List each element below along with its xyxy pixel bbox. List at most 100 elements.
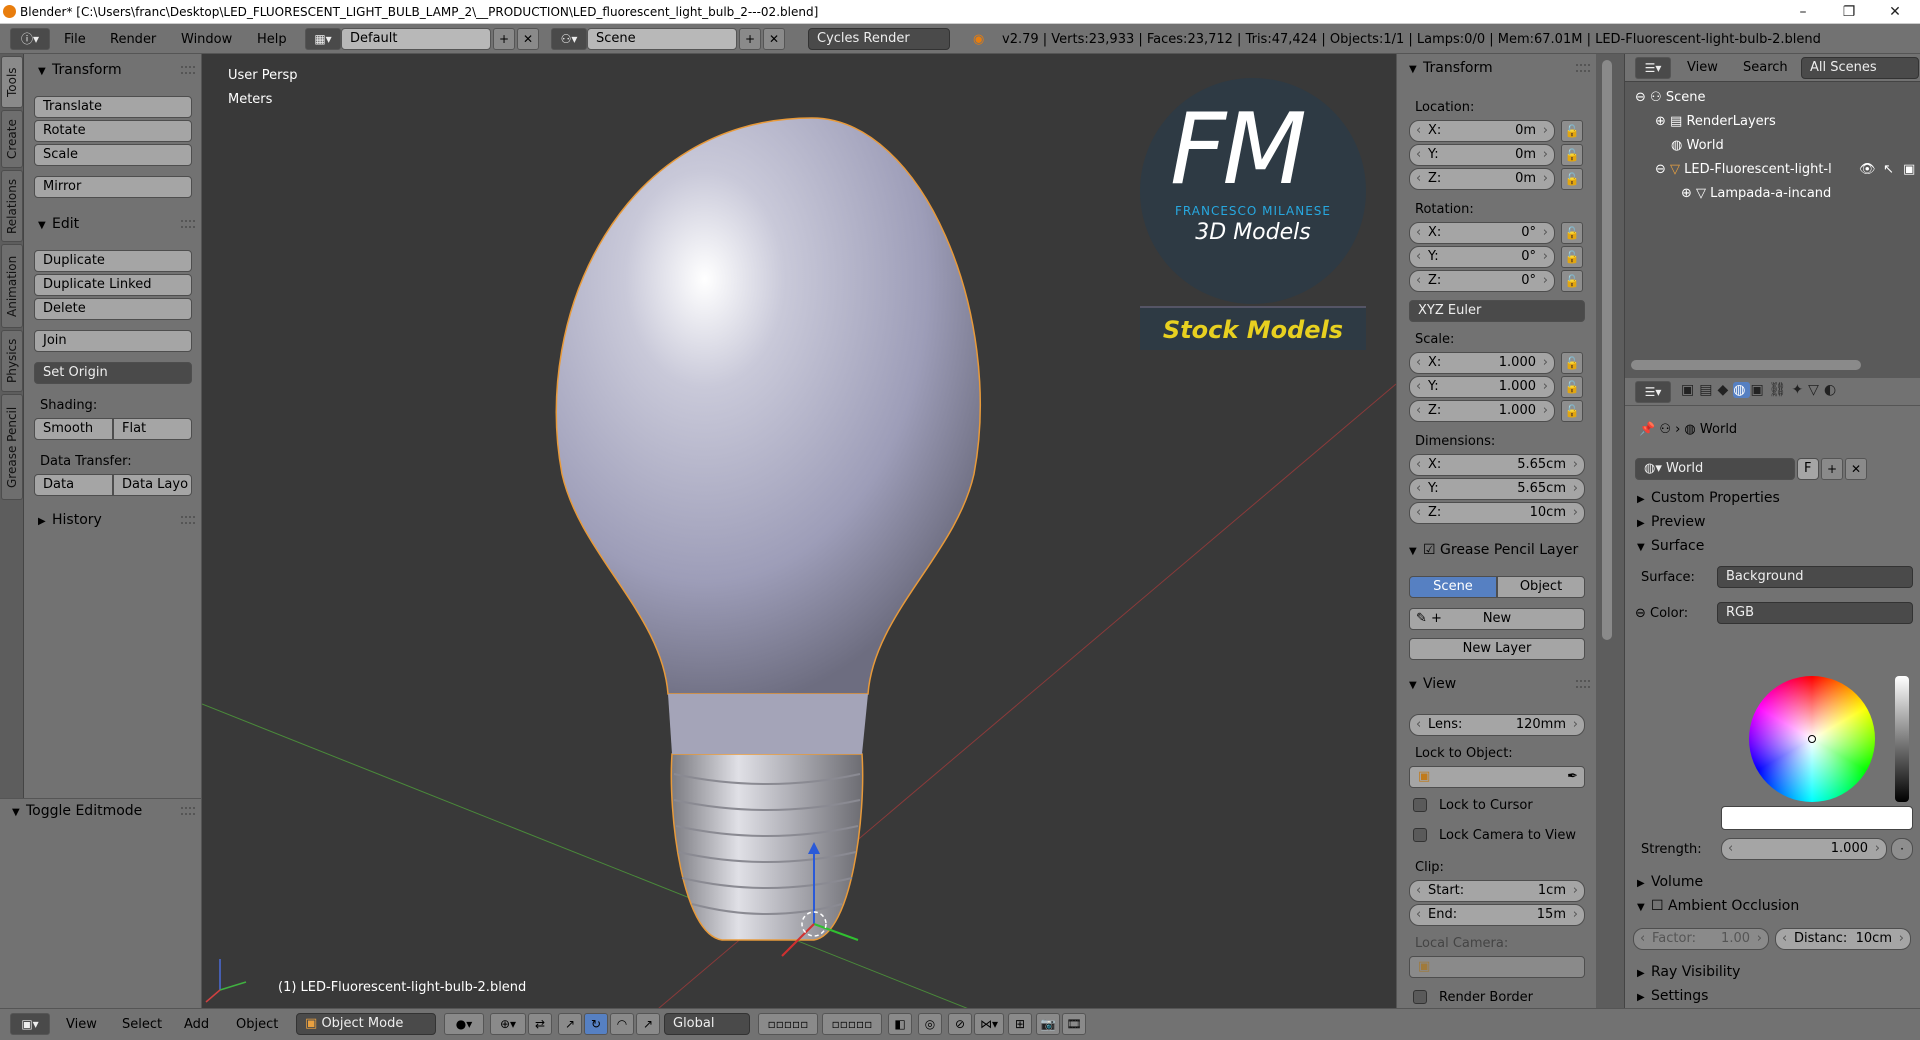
tab-physics[interactable]: Physics [1,330,23,392]
outliner-hscrollbar[interactable] [1631,360,1861,370]
layer-lock-icon[interactable]: ◧ [888,1013,912,1035]
menu-window[interactable]: Window [181,32,232,47]
location-y-field[interactable]: Y:0m [1409,144,1555,166]
menu-help[interactable]: Help [257,32,287,47]
translate-button[interactable]: Translate [34,96,192,118]
screen-layout-field[interactable]: Default [341,28,491,50]
properties-context-tabs[interactable]: ▣▤◆◍▣⛓✦▽◐ [1681,382,1841,398]
location-z-field[interactable]: Z:0m [1409,168,1555,190]
snap-toggle-icon[interactable]: ⊘ [948,1013,972,1035]
manipulator-rotate-icon[interactable]: ↻ [584,1013,608,1035]
outliner-menu-view[interactable]: View [1687,60,1718,75]
render-camera-icon[interactable]: ▣ [1903,162,1915,177]
tab-create[interactable]: Create [1,110,23,168]
scene-icon[interactable]: ⚇▾ [551,28,587,50]
pivot-point-icon[interactable]: ⊕▾ [490,1013,526,1035]
rotation-x-field[interactable]: X:0° [1409,222,1555,244]
toggle-editmode-header[interactable]: ▼ Toggle Editmode [12,801,142,821]
opengl-anim-icon[interactable]: 🎞 [1062,1013,1086,1035]
smooth-button[interactable]: Smooth [34,418,113,440]
panel-grip-icon[interactable] [1576,64,1590,72]
rotate-button[interactable]: Rotate [34,120,192,142]
gp-new-layer-button[interactable]: New Layer [1409,638,1585,660]
manipulator-extra-icon[interactable]: ↗ [636,1013,660,1035]
lock-to-cursor-checkbox[interactable] [1413,798,1427,812]
scrollbar-thumb[interactable] [1602,60,1612,640]
interaction-mode-select[interactable]: ▣ Object Mode [296,1013,436,1035]
scale-x-field[interactable]: X:1.000 [1409,352,1555,374]
gp-scene-button[interactable]: Scene [1409,576,1497,598]
render-border-checkbox[interactable] [1413,990,1427,1004]
fake-user-button[interactable]: F [1797,458,1819,480]
tab-relations[interactable]: Relations [1,170,23,242]
minimize-button[interactable]: – [1780,0,1826,24]
outliner-filter-select[interactable]: All Scenes [1801,57,1919,79]
ao-factor-field[interactable]: Factor:1.00 [1633,928,1769,950]
strength-field[interactable]: 1.000 [1721,838,1887,860]
color-input-select[interactable]: RGB [1717,602,1913,624]
lock-icon[interactable]: 🔓 [1561,270,1583,292]
data-layout-button[interactable]: Data Layo [113,474,192,496]
history-panel-header[interactable]: ▶ History [38,510,102,530]
value-slider[interactable] [1895,676,1909,802]
duplicate-linked-button[interactable]: Duplicate Linked [34,274,192,296]
data-button[interactable]: Data [34,474,113,496]
color-swatch[interactable] [1721,806,1913,830]
join-button[interactable]: Join [34,330,192,352]
transform-panel-header[interactable]: ▼ Transform [38,60,122,80]
scene-field[interactable]: Scene [587,28,737,50]
bottom-menu-object[interactable]: Object [236,1017,278,1032]
dimensions-x-field[interactable]: X:5.65cm [1409,454,1585,476]
scale-z-field[interactable]: Z:1.000 [1409,400,1555,422]
n-transform-header[interactable]: ▼ Transform [1409,58,1493,78]
scene-layers-row1-icon[interactable]: ▫▫▫▫▫ [758,1013,818,1035]
surface-shader-select[interactable]: Background [1717,566,1913,588]
delete-screen-icon[interactable]: ✕ [517,28,539,50]
snap-element-icon[interactable]: ⋈▾ [974,1013,1004,1035]
local-camera-field[interactable]: ▣ [1409,956,1585,978]
transform-orientation-select[interactable]: Global [664,1013,750,1035]
close-window-button[interactable]: ✕ [1872,0,1918,24]
viewport-shading-icon[interactable]: ●▾ [444,1013,484,1035]
rotation-mode-select[interactable]: XYZ Euler [1409,300,1585,322]
lock-icon[interactable]: 🔓 [1561,168,1583,190]
set-origin-select[interactable]: Set Origin [34,362,192,384]
color-wheel[interactable] [1749,676,1875,802]
manipulator-toggle-icon[interactable]: ⇄ [528,1013,552,1035]
manipulator-scale-icon[interactable]: ◠ [610,1013,634,1035]
screen-layout-icon[interactable]: ▦▾ [305,28,341,50]
editor-type-info-icon[interactable]: ⓘ▾ [10,28,50,50]
ambient-occlusion-header[interactable]: ▼ ☐ Ambient Occlusion [1637,896,1799,916]
outliner-item-scene[interactable]: ⊖ ⚇ Scene [1635,90,1705,105]
ray-visibility-header[interactable]: ▶ Ray Visibility [1637,962,1740,982]
tab-grease-pencil[interactable]: Grease Pencil [1,394,23,500]
render-engine-select[interactable]: Cycles Render [808,28,950,50]
duplicate-button[interactable]: Duplicate [34,250,192,272]
lock-icon[interactable]: 🔓 [1561,246,1583,268]
clip-start-field[interactable]: Start:1cm [1409,880,1585,902]
panel-grip-icon[interactable] [181,220,195,228]
preview-header[interactable]: ▶ Preview [1637,512,1706,532]
snap-target-icon[interactable]: ⊞ [1008,1013,1032,1035]
maximize-button[interactable]: ❐ [1826,0,1872,24]
rotation-y-field[interactable]: Y:0° [1409,246,1555,268]
outliner-item-mesh[interactable]: ⊕ ▽ Lampada-a-incand [1681,186,1831,201]
edit-panel-header[interactable]: ▼ Edit [38,214,79,234]
properties-editor-icon[interactable]: ☰▾ [1635,381,1671,403]
panel-grip-icon[interactable] [1576,680,1590,688]
view-panel-header[interactable]: ▼ View [1409,674,1456,694]
world-datablock-field[interactable]: ◍▾ World [1635,458,1795,480]
volume-header[interactable]: ▶ Volume [1637,872,1703,892]
gp-object-button[interactable]: Object [1497,576,1585,598]
lock-to-object-field[interactable]: ▣ ✒ [1409,766,1585,788]
delete-button[interactable]: Delete [34,298,192,320]
lens-field[interactable]: Lens:120mm [1409,714,1585,736]
lock-icon[interactable]: 🔓 [1561,352,1583,374]
outliner-item-object[interactable]: ⊖ ▽ LED-Fluorescent-light-l [1655,162,1855,177]
bottom-menu-select[interactable]: Select [122,1017,162,1032]
flat-button[interactable]: Flat [113,418,192,440]
lock-camera-checkbox[interactable] [1413,828,1427,842]
custom-properties-header[interactable]: ▶ Custom Properties [1637,488,1780,508]
add-scene-icon[interactable]: + [739,28,761,50]
location-x-field[interactable]: X:0m [1409,120,1555,142]
